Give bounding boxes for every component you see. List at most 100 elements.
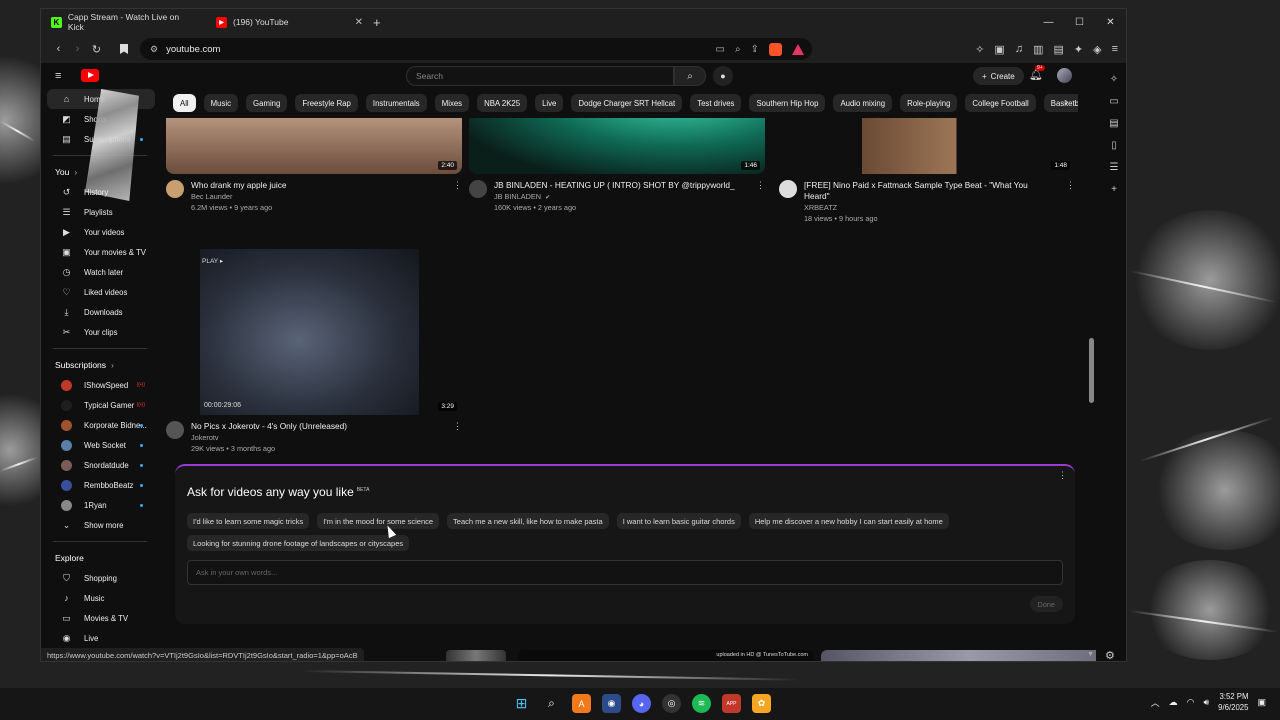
search-input[interactable]: Search	[406, 66, 674, 86]
spotify-icon[interactable]: ≋	[692, 694, 711, 713]
reading-list-icon[interactable]: ☰	[1110, 162, 1119, 173]
notifications-button[interactable]: 🔔︎ 9+	[1029, 65, 1045, 81]
sidebar-item-your-videos[interactable]: ▶ Your videos	[47, 222, 155, 242]
search-icon[interactable]: ⌕	[542, 694, 561, 713]
account-avatar[interactable]	[1057, 68, 1072, 83]
filter-chip[interactable]: College Football	[965, 94, 1036, 112]
filter-chip[interactable]: Basketball moves	[1043, 94, 1078, 112]
start-icon[interactable]: ⊞	[512, 694, 531, 713]
next-row-thumbnail[interactable]: uploaded in HD @ TunesToTube.com	[518, 650, 814, 661]
sidebar-item-live[interactable]: ◉ Live	[47, 628, 155, 648]
youtube-logo[interactable]	[81, 69, 99, 82]
browser-app-icon[interactable]: ◉	[602, 694, 621, 713]
guide-menu-icon[interactable]: ≡	[55, 70, 61, 82]
volume-icon[interactable]: 🔊︎	[1203, 697, 1209, 708]
browser-menu-icon[interactable]: ≡	[1112, 43, 1118, 56]
channel-avatar[interactable]	[469, 180, 487, 198]
filter-chip[interactable]: Mixes	[434, 94, 470, 112]
more-options-icon[interactable]: ⋮	[453, 421, 462, 432]
url-field[interactable]: ⚙ youtube.com ▭ ⌕ ⇪	[140, 38, 812, 60]
video-thumbnail[interactable]: 1:48	[779, 118, 1075, 174]
brave-rewards-icon[interactable]	[792, 43, 804, 55]
filter-chip[interactable]: NBA 2K25	[477, 94, 528, 112]
back-button[interactable]: ‹	[49, 43, 68, 55]
channel-avatar[interactable]	[779, 180, 797, 198]
filter-chip[interactable]: Freestyle Rap	[295, 94, 358, 112]
subscription-channel[interactable]: Web Socket	[47, 435, 155, 455]
channel-avatar[interactable]	[166, 180, 184, 198]
video-title[interactable]: JB BINLADEN - HEATING UP ( INTRO) SHOT B…	[494, 180, 744, 191]
bookmark-icon[interactable]	[120, 44, 128, 54]
notifications-icon[interactable]: ▣	[1257, 697, 1266, 708]
onedrive-icon[interactable]: ☁	[1169, 697, 1178, 708]
subscription-channel[interactable]: Snordatdude	[47, 455, 155, 475]
video-card[interactable]: 1:48 [FREE] Nino Paid x Fattmack Sample …	[779, 118, 1075, 223]
obs-icon[interactable]: ◎	[662, 694, 681, 713]
show-more-button[interactable]: ⌄ Show more	[47, 515, 155, 535]
cast-icon[interactable]: ▭	[716, 44, 725, 55]
filter-chip[interactable]: All	[173, 94, 196, 112]
filter-chip[interactable]: Live	[535, 94, 564, 112]
sidebar-item-playlists[interactable]: ☰ Playlists	[47, 202, 155, 222]
wifi-icon[interactable]: ◠	[1187, 697, 1195, 708]
next-row-thumbnail[interactable]	[446, 650, 506, 661]
subscription-channel[interactable]: IShowSpeed ((•))	[47, 375, 155, 395]
close-tab-icon[interactable]: ✕	[355, 17, 363, 28]
bookmarks-icon[interactable]: ▯	[1111, 140, 1117, 151]
suggested-prompt-chip[interactable]: Looking for stunning drone footage of la…	[187, 535, 410, 551]
video-card[interactable]: 1:46 JB BINLADEN - HEATING UP ( INTRO) S…	[469, 118, 765, 212]
chevron-up-icon[interactable]: ︿	[1151, 696, 1160, 709]
filter-chip[interactable]: Southern Hip Hop	[749, 94, 826, 112]
sidebar-item-history[interactable]: ↺ History	[47, 182, 155, 202]
more-options-icon[interactable]: ⋮	[1058, 470, 1067, 481]
video-title[interactable]: [FREE] Nino Paid x Fattmack Sample Type …	[804, 180, 1054, 202]
media-icon[interactable]: ♫	[1015, 43, 1023, 56]
next-row-thumbnail[interactable]	[821, 650, 1096, 661]
video-thumbnail[interactable]: 2:40	[166, 118, 462, 174]
video-thumbnail[interactable]: PLAY ▸ 00:00:29:06 3:29	[166, 249, 462, 415]
video-card[interactable]: PLAY ▸ 00:00:29:06 3:29 No Pics x Jokero…	[166, 249, 462, 453]
leo-icon[interactable]: ✧	[1110, 74, 1118, 85]
filter-chip[interactable]: Test drives	[690, 94, 742, 112]
close-window-button[interactable]: ✕	[1095, 9, 1126, 35]
search-button[interactable]: ⌕	[674, 66, 706, 86]
suggested-prompt-chip[interactable]: Help me discover a new hobby I can start…	[748, 513, 949, 529]
video-title[interactable]: No Pics x Jokerotv - 4's Only (Unrelease…	[191, 421, 441, 432]
fl-studio-icon[interactable]: ✿	[752, 694, 771, 713]
sidebar-item-downloads[interactable]: ⤓ Downloads	[47, 302, 155, 322]
ask-input[interactable]: Ask in your own words...	[187, 560, 1063, 585]
new-tab-button[interactable]: +	[373, 15, 381, 30]
sidebar-toggle-icon[interactable]: ▥	[1033, 43, 1043, 56]
subscription-channel[interactable]: Korporate Bidne...	[47, 415, 155, 435]
filter-chip[interactable]: Role-playing	[900, 94, 958, 112]
system-clock[interactable]: 3:52 PM 9/6/2025	[1218, 691, 1248, 713]
sidebar-item-shopping[interactable]: ⛉ Shopping	[47, 568, 155, 588]
filter-chip[interactable]: Gaming	[246, 94, 288, 112]
channel-name[interactable]: Jokerotv	[191, 433, 441, 442]
channel-name[interactable]: Bec Launder	[191, 192, 441, 201]
filter-chip[interactable]: Music	[203, 94, 239, 112]
reload-button[interactable]: ↻	[87, 43, 106, 56]
video-icon[interactable]: ▭	[1109, 96, 1118, 107]
screenshot-icon[interactable]: ▣	[994, 43, 1004, 56]
browser-tab-kick[interactable]: K Capp Stream - Watch Live on Kick	[41, 9, 206, 35]
subscription-channel[interactable]: RembboBeatz	[47, 475, 155, 495]
chevron-right-icon[interactable]: ›	[1065, 97, 1068, 108]
extensions-icon[interactable]: ✧	[975, 43, 984, 56]
video-thumbnail[interactable]: 1:46	[469, 118, 765, 174]
maximize-button[interactable]: ☐	[1064, 9, 1095, 35]
video-card[interactable]: 2:40 Who drank my apple juice Bec Launde…	[166, 118, 462, 212]
site-info-icon[interactable]: ⚙	[150, 44, 158, 55]
brave-shields-icon[interactable]	[769, 42, 782, 56]
forward-button[interactable]: ›	[68, 43, 87, 55]
suggested-prompt-chip[interactable]: I'd like to learn some magic tricks	[187, 513, 310, 529]
gear-icon[interactable]: ⚙	[1105, 649, 1115, 661]
browser-tab-youtube[interactable]: ▶ (196) YouTube ✕	[206, 9, 371, 35]
sidebar-item-watch-later[interactable]: ◷ Watch later	[47, 262, 155, 282]
sidebar-item-movies-tv[interactable]: ▭ Movies & TV	[47, 608, 155, 628]
channel-avatar[interactable]	[166, 421, 184, 439]
vpn-icon[interactable]: ◈	[1093, 43, 1101, 56]
suggested-prompt-chip[interactable]: Teach me a new skill, like how to make p…	[447, 513, 609, 529]
sidebar-item-music[interactable]: ♪ Music	[47, 588, 155, 608]
wallet-icon[interactable]: ▤	[1109, 118, 1118, 129]
